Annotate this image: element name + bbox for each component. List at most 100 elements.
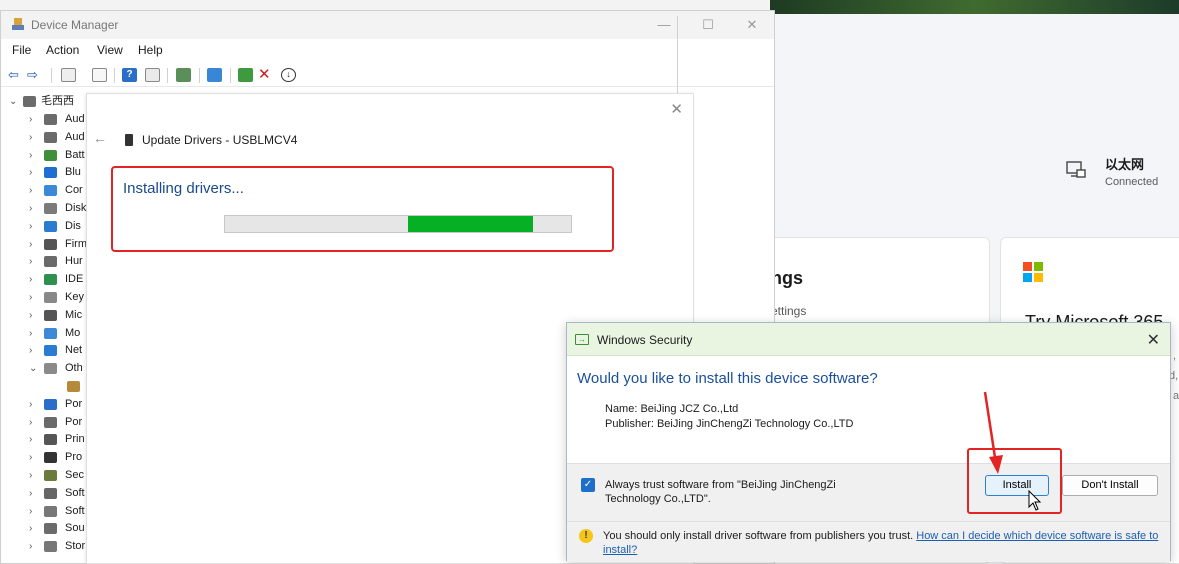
tree-item-label: Firm bbox=[65, 237, 87, 250]
back-arrow-icon[interactable]: ← bbox=[93, 130, 107, 146]
tree-item[interactable]: › Dis bbox=[1, 218, 91, 235]
tree-item[interactable] bbox=[1, 378, 91, 395]
update-drivers-title: Update Drivers - USBLMCV4 bbox=[142, 133, 298, 147]
tree-item[interactable]: › Por bbox=[1, 396, 91, 413]
device-category-icon bbox=[44, 363, 57, 375]
view-list-icon[interactable] bbox=[145, 68, 160, 82]
install-progress-bar bbox=[224, 215, 572, 233]
tree-item-label: Batt bbox=[65, 148, 85, 161]
chevron-right-icon[interactable]: › bbox=[29, 200, 32, 217]
tree-item-label: Key bbox=[65, 291, 84, 303]
tree-item[interactable]: › Disk bbox=[1, 200, 91, 217]
tree-item[interactable]: › Sec bbox=[1, 467, 91, 484]
maximize-button[interactable]: ☐ bbox=[691, 15, 725, 35]
tree-item[interactable]: › Mic bbox=[1, 307, 91, 324]
tree-item[interactable]: › Blu bbox=[1, 164, 91, 181]
enable-device-icon[interactable]: ↓ bbox=[281, 68, 296, 82]
chevron-right-icon[interactable]: › bbox=[29, 431, 32, 448]
chevron-right-icon[interactable]: › bbox=[29, 271, 32, 288]
warning-text: You should only install driver software … bbox=[603, 529, 1163, 557]
security-shield-icon: → bbox=[575, 334, 589, 345]
usb-device-icon bbox=[125, 134, 133, 146]
tree-item[interactable]: › Pro bbox=[1, 449, 91, 466]
tree-item[interactable]: › Firm bbox=[1, 236, 91, 253]
tree-item[interactable]: › Key bbox=[1, 289, 91, 306]
chevron-right-icon[interactable]: › bbox=[29, 182, 32, 199]
chevron-right-icon[interactable]: › bbox=[29, 147, 32, 164]
chevron-right-icon[interactable]: › bbox=[29, 538, 32, 555]
installing-status: Installing drivers... bbox=[123, 180, 244, 197]
tree-item[interactable]: › Sou bbox=[1, 520, 91, 537]
windows-security-dialog: → Windows Security ✕ Would you like to i… bbox=[566, 322, 1171, 562]
chevron-right-icon[interactable]: › bbox=[29, 414, 32, 431]
chevron-down-icon[interactable]: ⌄ bbox=[29, 360, 37, 377]
device-manager-titlebar[interactable]: Device Manager — ☐ ✕ bbox=[1, 11, 774, 39]
warning-icon: ! bbox=[579, 529, 593, 543]
chevron-right-icon[interactable]: › bbox=[29, 325, 32, 342]
tree-item[interactable]: › Batt bbox=[1, 147, 91, 164]
wallpaper-strip bbox=[770, 0, 1179, 14]
tree-item[interactable]: › Stor bbox=[1, 538, 91, 555]
tree-item[interactable]: › Mo bbox=[1, 325, 91, 342]
chevron-right-icon[interactable]: › bbox=[29, 396, 32, 413]
chevron-right-icon[interactable]: › bbox=[29, 485, 32, 502]
close-icon[interactable]: ✕ bbox=[1147, 330, 1160, 350]
always-trust-checkbox[interactable]: ✓ bbox=[581, 478, 595, 492]
tree-root[interactable]: ⌄ 毛西西 bbox=[1, 93, 91, 110]
security-dialog-titlebar[interactable]: → Windows Security ✕ bbox=[567, 323, 1170, 356]
add-driver-icon[interactable] bbox=[238, 68, 253, 82]
tree-item[interactable]: › IDE bbox=[1, 271, 91, 288]
publisher-detail: Publisher: BeiJing JinChengZi Technology… bbox=[605, 418, 854, 430]
dont-install-button[interactable]: Don't Install bbox=[1062, 475, 1158, 496]
tree-item[interactable]: › Por bbox=[1, 414, 91, 431]
tree-item-label: Mic bbox=[65, 308, 83, 321]
chevron-right-icon[interactable]: › bbox=[29, 449, 32, 466]
menu-help[interactable]: Help bbox=[138, 43, 163, 57]
help-icon[interactable]: ? bbox=[122, 68, 137, 82]
chevron-right-icon[interactable]: › bbox=[29, 289, 32, 306]
tree-item[interactable]: › Aud bbox=[1, 111, 91, 128]
device-category-icon bbox=[44, 167, 57, 179]
chevron-right-icon[interactable]: › bbox=[29, 236, 32, 253]
tree-item[interactable]: › Aud bbox=[1, 129, 91, 146]
properties-icon[interactable] bbox=[92, 68, 107, 82]
chevron-right-icon[interactable]: › bbox=[29, 503, 32, 520]
show-hide-tree-icon[interactable] bbox=[61, 68, 76, 82]
tree-item[interactable]: › Hur bbox=[1, 253, 91, 270]
card-text-fragment: al bbox=[1173, 390, 1179, 402]
uninstall-x-icon[interactable]: ✕ bbox=[258, 67, 273, 82]
chevron-right-icon[interactable]: › bbox=[29, 218, 32, 235]
tree-item[interactable]: › Net bbox=[1, 342, 91, 359]
tree-item[interactable]: › Soft bbox=[1, 503, 91, 520]
chevron-right-icon[interactable]: › bbox=[29, 342, 32, 359]
ethernet-connection-status: Connected bbox=[1105, 176, 1159, 188]
tree-item[interactable]: › Prin bbox=[1, 431, 91, 448]
chevron-right-icon[interactable]: › bbox=[29, 520, 32, 537]
ethernet-status[interactable]: 以太网 Connected bbox=[1065, 150, 1179, 200]
minimize-button[interactable]: — bbox=[647, 15, 681, 35]
tree-item-label: Soft bbox=[65, 486, 85, 499]
chevron-right-icon[interactable]: › bbox=[29, 307, 32, 324]
chevron-right-icon[interactable]: › bbox=[29, 111, 32, 128]
chevron-right-icon[interactable]: › bbox=[29, 129, 32, 146]
tree-item[interactable]: ⌄ Oth bbox=[1, 360, 91, 377]
tree-item[interactable]: › Cor bbox=[1, 182, 91, 199]
chevron-down-icon[interactable]: ⌄ bbox=[9, 93, 17, 110]
tree-item[interactable]: › Soft bbox=[1, 485, 91, 502]
forward-arrow-icon[interactable]: ⇨ bbox=[27, 68, 42, 82]
menu-view[interactable]: View bbox=[97, 43, 123, 57]
close-icon[interactable]: ✕ bbox=[670, 100, 683, 118]
chevron-right-icon[interactable]: › bbox=[29, 164, 32, 181]
tree-item-label: Soft bbox=[65, 504, 85, 517]
update-driver-icon[interactable] bbox=[176, 68, 191, 82]
chevron-right-icon[interactable]: › bbox=[29, 253, 32, 270]
back-arrow-icon[interactable]: ⇦ bbox=[8, 68, 23, 82]
chevron-right-icon[interactable]: › bbox=[29, 467, 32, 484]
close-button[interactable]: ✕ bbox=[735, 15, 769, 35]
menu-action[interactable]: Action bbox=[46, 43, 79, 57]
device-category-icon bbox=[44, 434, 57, 446]
device-category-icon bbox=[44, 256, 57, 268]
device-category-icon bbox=[44, 238, 57, 250]
menu-file[interactable]: File bbox=[12, 43, 31, 57]
scan-hardware-icon[interactable] bbox=[207, 68, 222, 82]
